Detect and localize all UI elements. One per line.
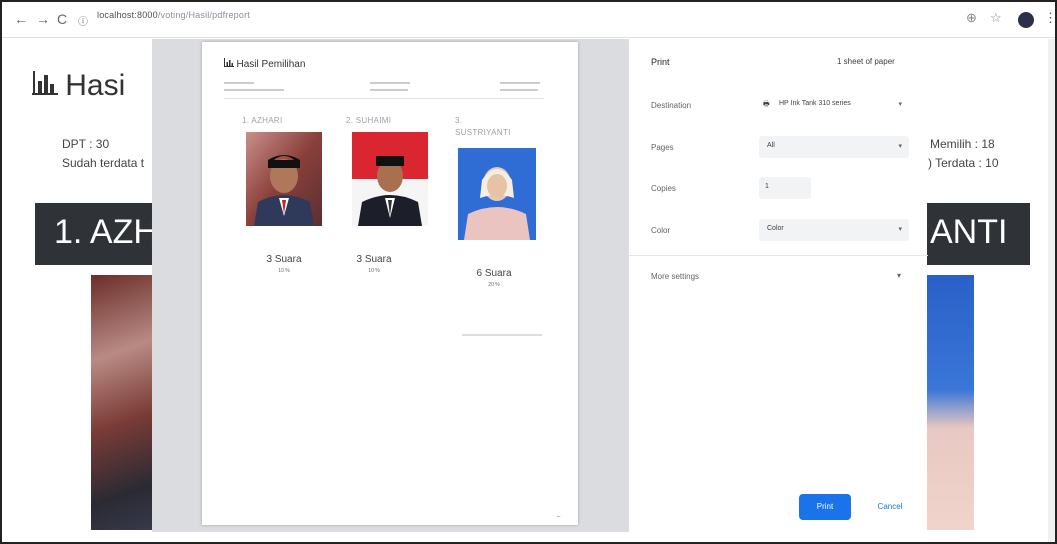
stat-dpt: DPT : 30 [62, 137, 110, 151]
stat-line [500, 82, 540, 84]
destination-label: Destination [651, 101, 692, 110]
destination-value: HP Ink Tank 310 series [779, 100, 851, 107]
reload-icon[interactable]: C [57, 11, 67, 27]
page-marker: – [557, 514, 561, 520]
zoom-icon[interactable]: ⊕ [966, 10, 977, 26]
chevron-down-icon[interactable]: ▾ [897, 271, 901, 280]
info-icon[interactable]: ⓘ [78, 13, 88, 28]
printer-icon: 🖶 [763, 101, 770, 108]
copies-label: Copies [651, 184, 676, 193]
color-value: Color [767, 225, 784, 232]
page-title-text: Hasi [65, 69, 126, 102]
pages-select[interactable]: All ▾ [759, 136, 909, 158]
vote-count: 6 Suara [476, 268, 512, 279]
more-settings-toggle[interactable]: More settings [651, 272, 699, 281]
divider [629, 255, 928, 256]
banner-right-text: ANTI [930, 213, 1008, 251]
forward-icon[interactable]: → [36, 11, 50, 27]
stat-terdata: ) Terdata : 10 [928, 156, 999, 170]
vote-count: 3 Suara [356, 254, 392, 265]
bar-chart-icon [32, 71, 65, 101]
candidate-photo [352, 132, 428, 226]
copies-value: 1 [765, 183, 769, 190]
candidate-name: 2. SUHAIMI [346, 116, 392, 125]
stat-line [224, 89, 284, 91]
url-host: localhost:8000 [97, 10, 158, 20]
pages-value: All [767, 142, 775, 149]
stat-line [500, 89, 538, 91]
back-icon[interactable]: ← [14, 11, 28, 27]
star-icon[interactable]: ☆ [990, 10, 1002, 26]
candidate-photo [458, 148, 536, 240]
color-select[interactable]: Color ▾ [759, 219, 909, 241]
destination-select[interactable]: 🖶 HP Ink Tank 310 series ▾ [759, 94, 909, 116]
sheet-count: 1 sheet of paper [837, 57, 895, 66]
preview-divider [224, 98, 544, 99]
chevron-down-icon: ▾ [898, 226, 902, 233]
browser-toolbar: ← → C ⓘ localhost:8000/voting/Hasil/pdfr… [2, 2, 1055, 38]
candidate-name: 3. [455, 116, 463, 125]
stat-sudah-terdata: Sudah terdata t [62, 156, 145, 170]
copies-input[interactable]: 1 [759, 177, 811, 199]
preview-sheet: Hasil Pemilihan 1. AZHARI 2. SUHAIMI 3. … [202, 42, 578, 525]
color-label: Color [651, 226, 671, 235]
bar-chart-icon [224, 58, 237, 69]
print-header: Print [651, 57, 670, 67]
url-path: /voting/Hasil/pdfreport [157, 10, 250, 20]
candidate-photo [246, 132, 322, 226]
vote-count: 3 Suara [266, 254, 302, 265]
vote-percent: 20 % [488, 282, 500, 288]
page-scrollbar[interactable] [1048, 39, 1055, 542]
stat-memilih: Memilih : 18 [930, 137, 995, 151]
chevron-down-icon: ▾ [898, 143, 902, 150]
preview-footer-line [462, 334, 542, 336]
preview-title-text: Hasil Pemilihan [236, 59, 306, 70]
chevron-down-icon: ▾ [898, 101, 902, 108]
profile-avatar[interactable] [1018, 12, 1034, 28]
banner-left-text: 1. AZH [54, 213, 158, 251]
print-settings-panel: Print 1 sheet of paper Destination 🖶 HP … [628, 39, 928, 532]
address-bar[interactable]: localhost:8000/voting/Hasil/pdfreport [97, 10, 250, 20]
menu-icon[interactable]: ⋮ [1044, 10, 1055, 26]
candidate-name: SUSTRIYANTI [455, 128, 511, 137]
print-button[interactable]: Print [799, 494, 851, 520]
stat-line [224, 82, 254, 84]
stat-line [370, 89, 408, 91]
browser-window: ← → C ⓘ localhost:8000/voting/Hasil/pdfr… [0, 0, 1057, 544]
page-title: Hasi [32, 69, 125, 103]
preview-title: Hasil Pemilihan [224, 58, 305, 70]
cancel-button[interactable]: Cancel [865, 494, 915, 520]
vote-percent: 10 % [278, 268, 290, 274]
stat-line [370, 82, 410, 84]
candidate-name: 1. AZHARI [242, 116, 283, 125]
pages-label: Pages [651, 143, 674, 152]
vote-percent: 10 % [368, 268, 380, 274]
